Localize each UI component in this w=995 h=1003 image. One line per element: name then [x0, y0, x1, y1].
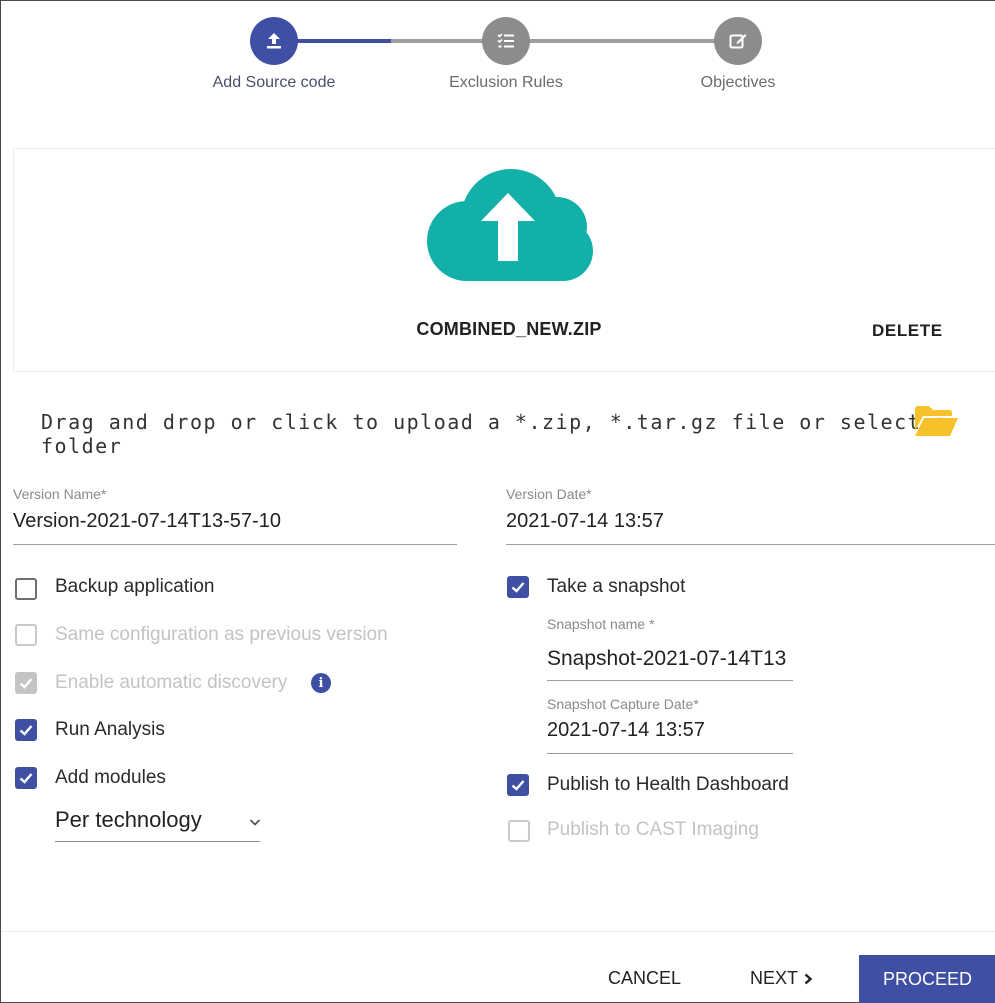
- stepper-track: [391, 39, 737, 43]
- info-icon[interactable]: i: [311, 673, 331, 693]
- chevron-down-icon[interactable]: [246, 813, 264, 831]
- enable-automatic-discovery-label: Enable automatic discovery: [55, 672, 288, 693]
- publish-cast-imaging-label: Publish to CAST Imaging: [547, 819, 759, 840]
- check-icon: [511, 780, 525, 791]
- publish-cast-imaging-checkbox: [508, 820, 530, 842]
- run-analysis-checkbox[interactable]: [15, 719, 37, 741]
- cancel-button[interactable]: CANCEL: [608, 968, 681, 989]
- modules-select-underline: [55, 841, 260, 842]
- enable-automatic-discovery-checkbox: [15, 672, 37, 694]
- step-exclusion-rules[interactable]: [482, 17, 530, 65]
- snapshot-name-label: Snapshot name *: [547, 616, 655, 632]
- add-modules-label[interactable]: Add modules: [55, 767, 166, 789]
- snapshot-date-underline: [547, 753, 793, 754]
- checklist-icon: [497, 33, 514, 48]
- publish-health-dashboard-checkbox[interactable]: [507, 774, 529, 796]
- add-modules-checkbox[interactable]: [15, 767, 37, 789]
- version-name-underline: [13, 544, 457, 545]
- step-add-source-code[interactable]: [250, 17, 298, 65]
- uploaded-file-name: COMBINED_NEW.ZIP: [416, 319, 602, 339]
- check-icon: [19, 725, 33, 736]
- same-configuration-checkbox: [15, 624, 37, 646]
- snapshot-name-underline: [547, 680, 793, 681]
- step-label-add-source-code: Add Source code: [212, 74, 336, 91]
- footer-divider: [1, 931, 995, 932]
- next-button-label: NEXT: [750, 968, 799, 988]
- delete-button[interactable]: DELETE: [872, 321, 943, 341]
- publish-health-dashboard-label[interactable]: Publish to Health Dashboard: [547, 774, 789, 796]
- snapshot-date-input[interactable]: 2021-07-14 13:57: [547, 719, 705, 742]
- upload-card[interactable]: COMBINED_NEW.ZIP DELETE: [13, 148, 995, 372]
- edit-icon: [729, 34, 747, 49]
- version-name-label: Version Name*: [13, 486, 107, 502]
- next-button[interactable]: NEXT: [750, 968, 814, 989]
- cloud-upload-icon[interactable]: [419, 165, 599, 283]
- step-label-objectives: Objectives: [700, 74, 776, 91]
- snapshot-name-input[interactable]: Snapshot-2021-07-14T13: [547, 647, 793, 671]
- version-name-input[interactable]: Version-2021-07-14T13-57-10: [13, 510, 281, 533]
- check-icon: [511, 582, 525, 593]
- take-snapshot-label[interactable]: Take a snapshot: [547, 576, 685, 598]
- chevron-right-icon: [804, 973, 813, 984]
- step-label-exclusion-rules: Exclusion Rules: [449, 74, 563, 91]
- backup-application-label[interactable]: Backup application: [55, 576, 215, 598]
- version-date-underline: [506, 544, 995, 545]
- check-icon: [19, 678, 33, 689]
- run-analysis-label[interactable]: Run Analysis: [55, 719, 165, 741]
- modules-select[interactable]: Per technology: [55, 807, 202, 833]
- snapshot-date-label: Snapshot Capture Date*: [547, 696, 699, 712]
- upload-icon: [267, 33, 281, 49]
- backup-application-checkbox[interactable]: [15, 578, 37, 600]
- step-objectives[interactable]: [714, 17, 762, 65]
- version-date-label: Version Date*: [506, 486, 592, 502]
- wizard-panel: Add Source code Exclusion Rules Objectiv…: [0, 0, 995, 1003]
- check-icon: [19, 773, 33, 784]
- folder-open-icon[interactable]: [913, 405, 959, 437]
- version-date-input[interactable]: 2021-07-14 13:57: [506, 510, 664, 533]
- drop-zone-instructions[interactable]: Drag and drop or click to upload a *.zip…: [41, 410, 995, 458]
- same-configuration-label: Same configuration as previous version: [55, 624, 388, 645]
- take-snapshot-checkbox[interactable]: [507, 576, 529, 598]
- proceed-button[interactable]: PROCEED: [859, 955, 995, 1003]
